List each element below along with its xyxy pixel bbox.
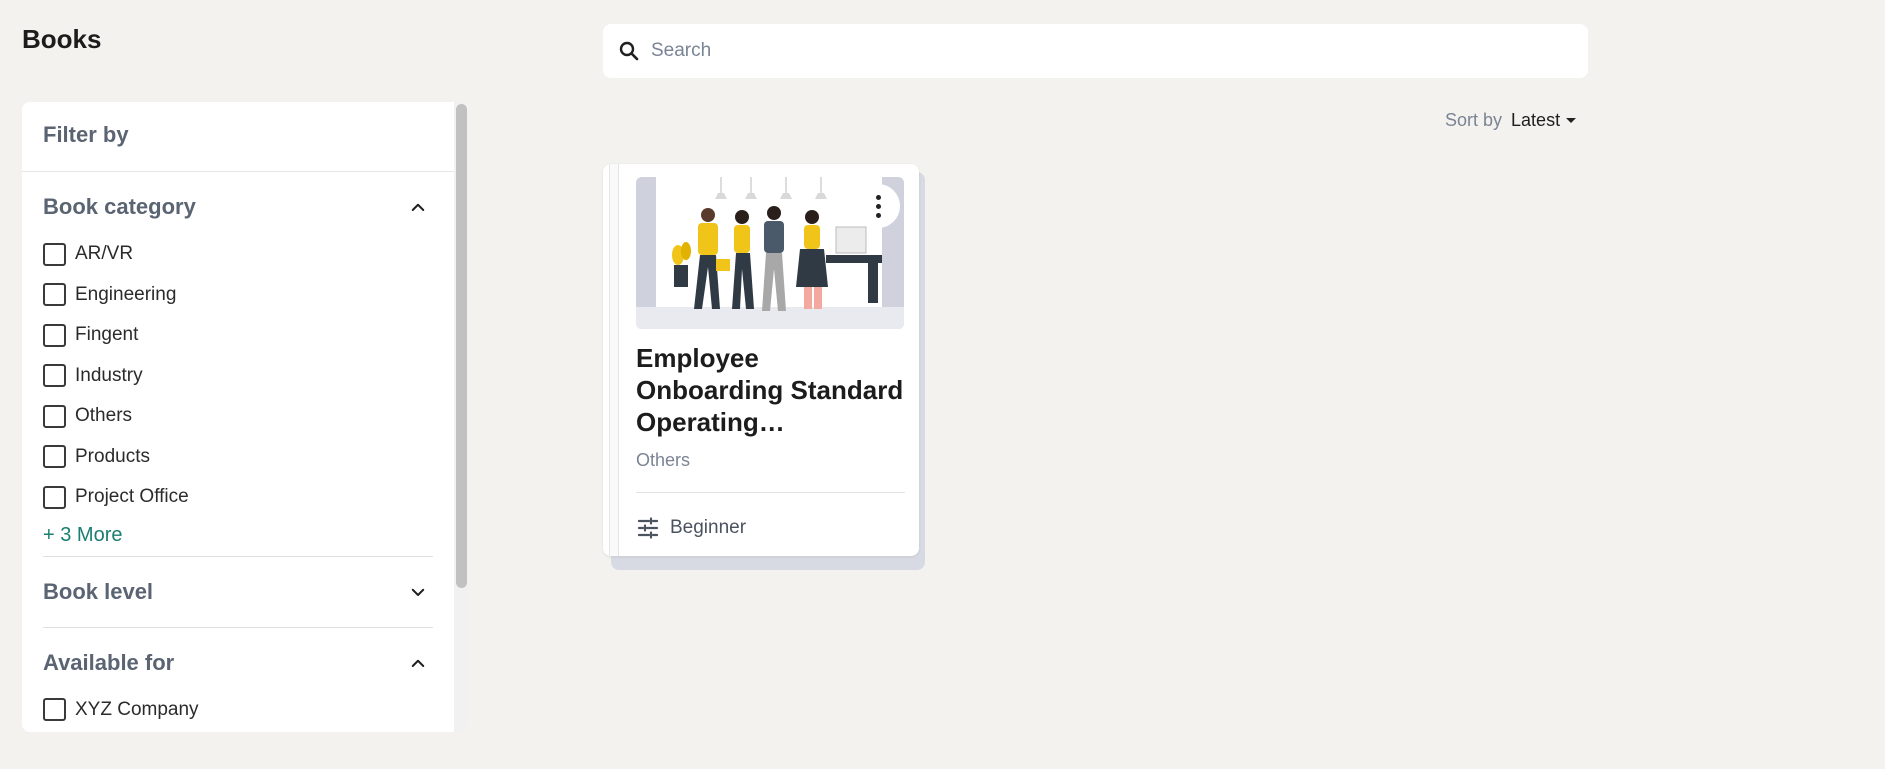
book-spine [609, 164, 619, 556]
available-for-toggle[interactable]: Available for [43, 628, 433, 698]
divider [636, 492, 905, 493]
sort-value: Latest [1511, 110, 1561, 130]
chevron-up-icon [411, 659, 425, 667]
book-level-toggle[interactable]: Book level [43, 557, 433, 627]
book-level-label: Beginner [670, 517, 747, 538]
books-page: Books Filter by Book category AR/VR Engi… [0, 0, 1885, 769]
filter-sidebar: Filter by Book category AR/VR Engineerin… [22, 102, 468, 732]
chevron-down-icon [411, 588, 425, 596]
filter-title: Filter by [22, 102, 454, 172]
available-for-label: Available for [43, 649, 175, 675]
book-category-label: Book category [43, 194, 196, 219]
option-label: AR/VR [75, 243, 134, 265]
book-category-section: Book category AR/VR Engineering Fingent … [43, 172, 433, 557]
book-category: Others [636, 450, 691, 470]
book-page: Employee Onboarding Standard Operating P… [603, 164, 919, 556]
filter-panel: Filter by Book category AR/VR Engineerin… [22, 102, 454, 732]
book-level-label: Book level [43, 578, 154, 604]
checkbox[interactable] [43, 698, 66, 722]
page-title: Books [22, 24, 102, 54]
available-for-section: Available for XYZ Company [43, 628, 433, 731]
sort-dropdown[interactable]: Latest [1511, 110, 1577, 131]
option-label: Engineering [75, 283, 177, 305]
category-option-fingent[interactable]: Fingent [43, 315, 433, 356]
checkbox[interactable] [43, 242, 66, 266]
book-card[interactable]: Employee Onboarding Standard Operating P… [603, 164, 925, 570]
option-label: Others [75, 405, 133, 427]
category-option-others[interactable]: Others [43, 396, 433, 437]
chevron-up-icon [411, 203, 425, 211]
option-label: XYZ Company [75, 698, 199, 720]
caret-down-icon [1566, 118, 1577, 123]
category-option-engineering[interactable]: Engineering [43, 275, 433, 316]
more-vertical-icon[interactable] [856, 184, 900, 228]
checkbox[interactable] [43, 485, 66, 509]
sort-label: Sort by [1445, 110, 1503, 130]
sidebar-scrollbar[interactable] [454, 102, 468, 732]
search-bar [603, 24, 1588, 78]
sliders-icon [637, 517, 659, 539]
search-icon [619, 41, 639, 61]
book-title[interactable]: Employee Onboarding Standard Operating P… [636, 342, 908, 438]
category-option-project-office[interactable]: Project Office [43, 477, 433, 518]
checkbox[interactable] [43, 364, 66, 388]
scrollbar-thumb[interactable] [456, 104, 467, 588]
checkbox[interactable] [43, 283, 66, 307]
category-option-industry[interactable]: Industry [43, 356, 433, 397]
book-category-options: AR/VR Engineering Fingent Industry Other… [43, 234, 433, 556]
sort-control: Sort by Latest [1445, 110, 1577, 131]
option-label: Project Office [75, 486, 189, 508]
option-label: Fingent [75, 324, 139, 346]
book-level-section: Book level [43, 557, 433, 628]
option-label: Products [75, 445, 150, 467]
book-category-toggle[interactable]: Book category [43, 172, 433, 242]
search-input[interactable] [651, 40, 1551, 62]
category-option-products[interactable]: Products [43, 437, 433, 478]
book-level: Beginner [636, 516, 746, 540]
option-label: Industry [75, 364, 143, 386]
show-more-categories-link[interactable]: + 3 More [43, 518, 433, 556]
checkbox[interactable] [43, 404, 66, 428]
checkbox[interactable] [43, 323, 66, 347]
checkbox[interactable] [43, 445, 66, 469]
